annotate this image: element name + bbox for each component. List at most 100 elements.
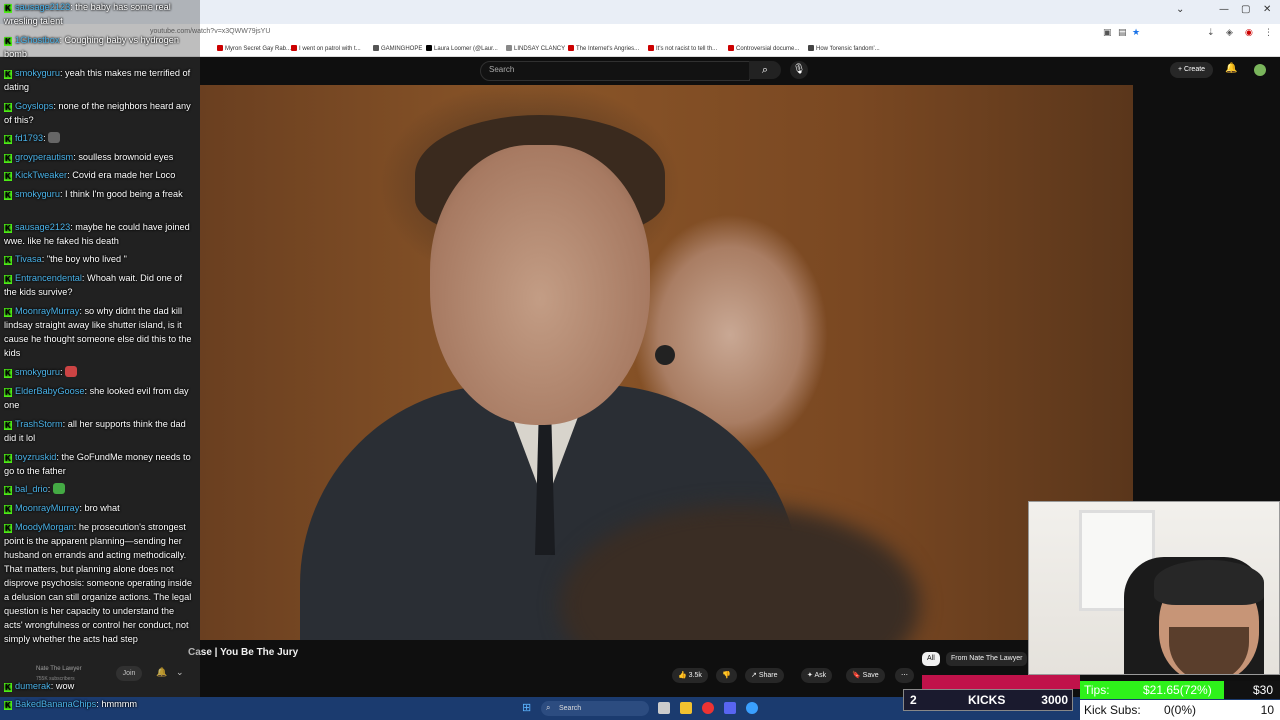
subs-label: Kick Subs:: [1084, 703, 1141, 717]
kick-badge-icon: K: [4, 369, 12, 378]
chat-username[interactable]: smokyguru: [15, 189, 60, 199]
chat-emote: [52, 483, 65, 494]
download-icon[interactable]: ⇣: [1207, 28, 1215, 38]
maximize-button[interactable]: ▢: [1241, 4, 1250, 15]
subs-value: 0(0%): [1164, 703, 1197, 717]
subs-goal-bar: Kick Subs: 0(0%) 10: [1080, 700, 1280, 720]
bookmark-item[interactable]: It's not racist to tell th...: [648, 45, 717, 52]
subs-goal: 10: [1260, 703, 1274, 717]
discord-icon[interactable]: [724, 702, 736, 714]
chat-username[interactable]: sausage2123: [15, 2, 70, 12]
chat-message: K MoonrayMurray: so why didnt the dad kil…: [4, 304, 194, 360]
microphone-icon[interactable]: 🎙: [790, 61, 808, 79]
file-explorer-icon[interactable]: [680, 702, 692, 714]
more-actions-icon[interactable]: ⋯: [895, 668, 914, 683]
bookmark-item[interactable]: The Internet's Angries...: [568, 45, 639, 52]
menu-dots-icon[interactable]: ⋮: [1264, 28, 1273, 38]
chat-username[interactable]: Tivasa: [15, 254, 42, 264]
chat-username[interactable]: KickTweaker: [15, 170, 67, 180]
bookmark-item[interactable]: I went on patrol with t...: [291, 45, 361, 52]
tab-search-icon[interactable]: ⌄: [1176, 4, 1184, 15]
chat-username[interactable]: fd1793: [15, 133, 43, 143]
chat-message: K MoodyMorgan: he prosecution's strongest…: [4, 520, 194, 646]
chat-username[interactable]: BakedBananaChips: [15, 699, 96, 709]
chat-username[interactable]: sausage2123: [15, 222, 70, 232]
kick-badge-icon: K: [4, 70, 12, 79]
chat-username[interactable]: smokyguru: [15, 68, 60, 78]
like-button[interactable]: 👍 3.5k: [672, 668, 708, 683]
chat-username[interactable]: groyperautism: [15, 152, 73, 162]
chat-username[interactable]: Entrancendental: [15, 273, 82, 283]
chip-all[interactable]: All: [922, 652, 940, 666]
search-placeholder[interactable]: Search: [489, 65, 514, 74]
chat-username[interactable]: 1Ghostbox: [15, 35, 59, 45]
kick-badge-icon: K: [4, 154, 12, 163]
chat-username[interactable]: MoodyMorgan: [15, 522, 74, 532]
video-frame-face: [430, 145, 650, 425]
kick-badge-icon: K: [4, 454, 12, 463]
taskbar-search[interactable]: Search: [541, 701, 649, 716]
kick-badge-icon: K: [4, 275, 12, 284]
bookmark-item[interactable]: Myron Secret Gay Rab...: [217, 45, 291, 52]
kick-badge-icon: K: [4, 505, 12, 514]
extension-icon[interactable]: ▣: [1103, 28, 1112, 38]
account-avatar[interactable]: [1254, 64, 1266, 76]
kicks-label: KICKS: [968, 693, 1006, 707]
task-view-icon[interactable]: [658, 702, 670, 714]
kicks-goal-bar: 2 KICKS 3000: [903, 689, 1073, 711]
ask-button[interactable]: ✦ Ask: [801, 668, 833, 683]
chat-message: K MoonrayMurray: bro what: [4, 501, 194, 515]
chat-message: Ksausage2123: the baby has some real wre…: [4, 0, 194, 28]
kick-badge-icon: K: [4, 524, 12, 533]
bookmark-item[interactable]: Controversial docume...: [728, 45, 799, 52]
chat-message: Ksmokyguru: yeah this makes me terrified…: [4, 66, 194, 94]
chip-from-channel[interactable]: From Nate The Lawyer: [946, 652, 1028, 666]
video-frame-microphone: [655, 345, 675, 365]
kick-badge-icon: K: [4, 421, 12, 430]
kick-badge-icon: K: [4, 388, 12, 397]
bookmark-item[interactable]: Laura Loomer (@Laur...: [426, 45, 498, 52]
extension-icon[interactable]: ▤: [1118, 28, 1127, 38]
create-button[interactable]: + Create: [1170, 62, 1214, 78]
kick-badge-icon: K: [4, 4, 12, 13]
chat-message: K BakedBananaChips: hmmmm: [4, 697, 194, 711]
close-window-button[interactable]: ✕: [1263, 4, 1271, 15]
chat-username[interactable]: ElderBabyGoose: [15, 386, 84, 396]
chat-username[interactable]: smokyguru: [15, 367, 60, 377]
share-button[interactable]: ↗ Share: [745, 668, 784, 683]
chrome-icon[interactable]: [702, 702, 714, 714]
chat-username[interactable]: MoonrayMurray: [15, 503, 79, 513]
bookmark-item[interactable]: GAMINGHOPE: [373, 45, 422, 52]
chat-username[interactable]: dumerak: [15, 681, 51, 691]
save-button[interactable]: 🔖 Save: [846, 668, 885, 683]
profile-icon[interactable]: ◉: [1245, 28, 1253, 38]
chat-message: K 1Ghostbox: Coughing baby vs hydrogen bo…: [4, 33, 194, 61]
chat-message: Kdumerak: wow: [4, 679, 194, 693]
chat-username[interactable]: TrashStorm: [15, 419, 63, 429]
video-title: Case | You Be The Jury: [188, 647, 299, 658]
chat-username[interactable]: Goyslops: [15, 101, 53, 111]
chat-text: Covid era made her Loco: [72, 170, 176, 180]
bookmark-item[interactable]: LINDSAY CLANCY: [506, 45, 565, 52]
chat-username[interactable]: MoonrayMurray: [15, 306, 79, 316]
chat-text: I think I'm good being a freak: [65, 189, 183, 199]
search-input[interactable]: [480, 61, 750, 81]
chat-message: Ksmokyguru: I think I'm good being a fre…: [4, 187, 194, 201]
extensions-puzzle-icon[interactable]: ◈: [1226, 28, 1233, 38]
webcam-headphones: [1154, 560, 1264, 605]
bookmark-star-icon[interactable]: ★: [1132, 28, 1140, 38]
tips-label: Tips:: [1084, 683, 1110, 697]
kick-badge-icon: K: [4, 37, 12, 46]
kick-badge-icon: K: [4, 683, 12, 692]
chat-username[interactable]: toyzruskid: [15, 452, 56, 462]
notifications-bell-icon[interactable]: 🔔: [1225, 63, 1237, 74]
video-player[interactable]: [200, 85, 1133, 640]
dislike-button[interactable]: 👎: [716, 668, 737, 683]
search-icon[interactable]: ⌕: [749, 61, 781, 79]
bookmark-item[interactable]: How 'forensic fandom'...: [808, 45, 880, 52]
edge-icon[interactable]: [746, 702, 758, 714]
start-menu-icon[interactable]: ⊞: [522, 701, 531, 714]
minimize-button[interactable]: —: [1219, 4, 1229, 15]
chat-message: K KickTweaker: Covid era made her Loco: [4, 168, 194, 182]
chat-username[interactable]: bal_drio: [15, 484, 48, 494]
